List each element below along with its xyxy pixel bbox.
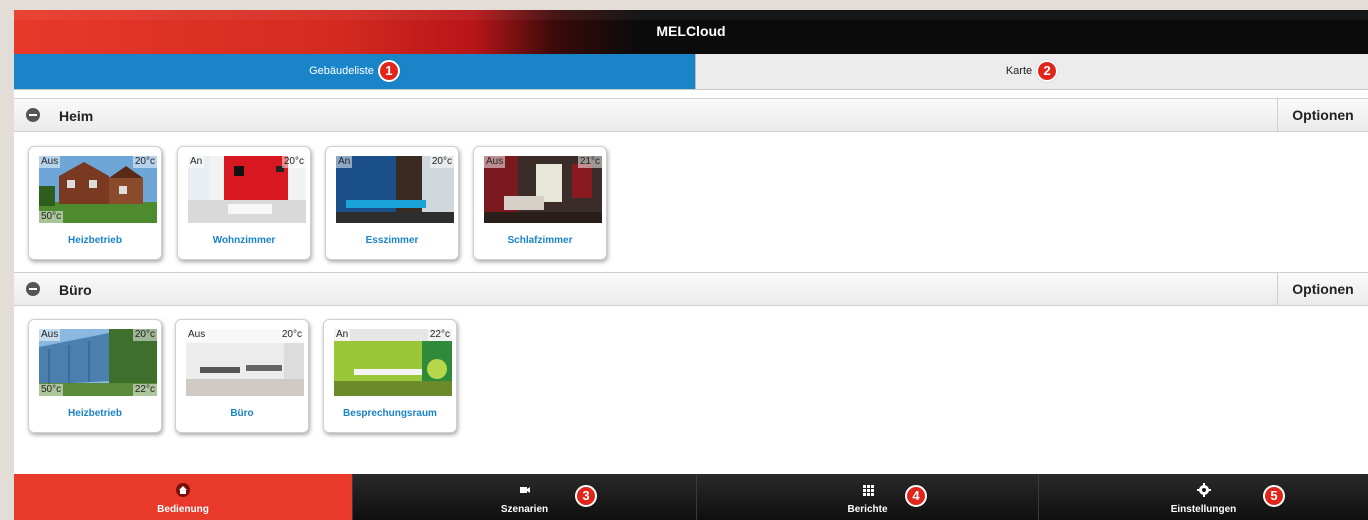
- water-temperature: 50°c: [39, 211, 64, 223]
- collapse-icon[interactable]: [26, 108, 40, 122]
- device-name: Esszimmer: [365, 235, 419, 246]
- callout-badge-2: 2: [1036, 60, 1059, 83]
- room-temperature: 20°c: [281, 156, 306, 168]
- power-status: Aus: [186, 329, 208, 341]
- home-icon: [176, 483, 190, 497]
- callout-badge-5: 5: [1263, 485, 1285, 507]
- app-title: MELCloud: [656, 23, 726, 39]
- gear-icon: [1196, 483, 1211, 497]
- device-card-esszimmer[interactable]: An 20°c Esszimmer: [325, 146, 459, 260]
- room-temperature: 21°c: [577, 156, 602, 168]
- options-button[interactable]: Optionen: [1277, 273, 1368, 305]
- device-card-wohnzimmer[interactable]: An 20°c Wohnzimmer: [177, 146, 311, 260]
- nav-berichte[interactable]: Berichte 4: [696, 474, 1038, 520]
- power-status: Aus: [39, 156, 61, 168]
- nav-label: Berichte: [847, 504, 888, 515]
- device-name: Schlafzimmer: [507, 235, 573, 246]
- room-temperature: 20°c: [132, 329, 157, 341]
- nav-einstellungen[interactable]: Einstellungen 5: [1038, 474, 1368, 520]
- device-card-heizbetrieb-office[interactable]: Aus 20°c 50°c 22°c Heizbetrieb: [28, 319, 162, 433]
- callout-badge-3: 3: [575, 485, 597, 507]
- tab-building-list-label: Gebäudeliste: [309, 65, 374, 77]
- nav-szenarien[interactable]: Szenarien 3: [352, 474, 696, 520]
- device-photo: Aus 20°c: [186, 329, 304, 396]
- room-temperature: 20°c: [429, 156, 454, 168]
- power-status: An: [336, 156, 353, 168]
- callout-badge-4: 4: [905, 485, 927, 507]
- nav-label: Bedienung: [157, 504, 209, 515]
- device-card-besprechungsraum[interactable]: An 22°c Besprechungsraum: [323, 319, 457, 433]
- power-status: Aus: [39, 329, 61, 341]
- device-name: Besprechungsraum: [343, 408, 437, 419]
- device-photo: Aus 21°c: [484, 156, 602, 223]
- outdoor-temperature: 22°c: [132, 384, 157, 396]
- room-temperature: 20°c: [279, 329, 304, 341]
- nav-label: Szenarien: [500, 504, 549, 515]
- device-photo: An 22°c: [334, 329, 452, 396]
- device-name: Heizbetrieb: [68, 235, 122, 246]
- device-name: Heizbetrieb: [68, 408, 122, 419]
- section-title: Heim: [59, 108, 94, 124]
- nav-label: Einstellungen: [1170, 504, 1237, 515]
- section-title: Büro: [59, 282, 92, 298]
- video-camera-icon: [519, 487, 530, 493]
- section-header-heim: Heim Optionen: [14, 98, 1368, 132]
- room-temperature: 22°c: [427, 329, 452, 341]
- collapse-icon[interactable]: [26, 282, 40, 296]
- power-status: An: [188, 156, 205, 168]
- device-photo: Aus 20°c 50°c: [39, 156, 157, 223]
- title-bar: MELCloud: [14, 10, 1368, 54]
- device-photo: An 20°c: [336, 156, 454, 223]
- device-name: Büro: [230, 408, 254, 419]
- options-button[interactable]: Optionen: [1277, 99, 1368, 131]
- device-card-buero[interactable]: Aus 20°c Büro: [175, 319, 309, 433]
- device-name: Wohnzimmer: [212, 235, 276, 246]
- tab-map-label: Karte: [1005, 65, 1033, 77]
- tab-building-list[interactable]: Gebäudeliste 1: [14, 54, 695, 89]
- section-header-buero: Büro Optionen: [14, 272, 1368, 306]
- power-status: Aus: [484, 156, 506, 168]
- power-status: An: [334, 329, 351, 341]
- tab-map[interactable]: Karte 2: [695, 54, 1368, 89]
- grid-icon: [862, 485, 874, 496]
- device-photo: Aus 20°c 50°c 22°c: [39, 329, 157, 396]
- device-card-schlafzimmer[interactable]: Aus 21°c Schlafzimmer: [473, 146, 607, 260]
- room-temperature: 20°c: [132, 156, 157, 168]
- device-card-heizbetrieb[interactable]: Aus 20°c 50°c Heizbetrieb: [28, 146, 162, 260]
- water-temperature: 50°c: [39, 384, 64, 396]
- callout-badge-1: 1: [377, 60, 400, 83]
- app-window: MELCloud Gebäudeliste 1 Karte 2 Heim Optio…: [14, 10, 1368, 520]
- bottom-nav-bar: Bedienung Szenarien 3 Berichte 4 Einstel…: [14, 474, 1368, 520]
- view-tabs: Gebäudeliste 1 Karte 2: [14, 54, 1368, 90]
- nav-bedienung[interactable]: Bedienung: [14, 474, 352, 520]
- device-photo: An 20°c: [188, 156, 306, 223]
